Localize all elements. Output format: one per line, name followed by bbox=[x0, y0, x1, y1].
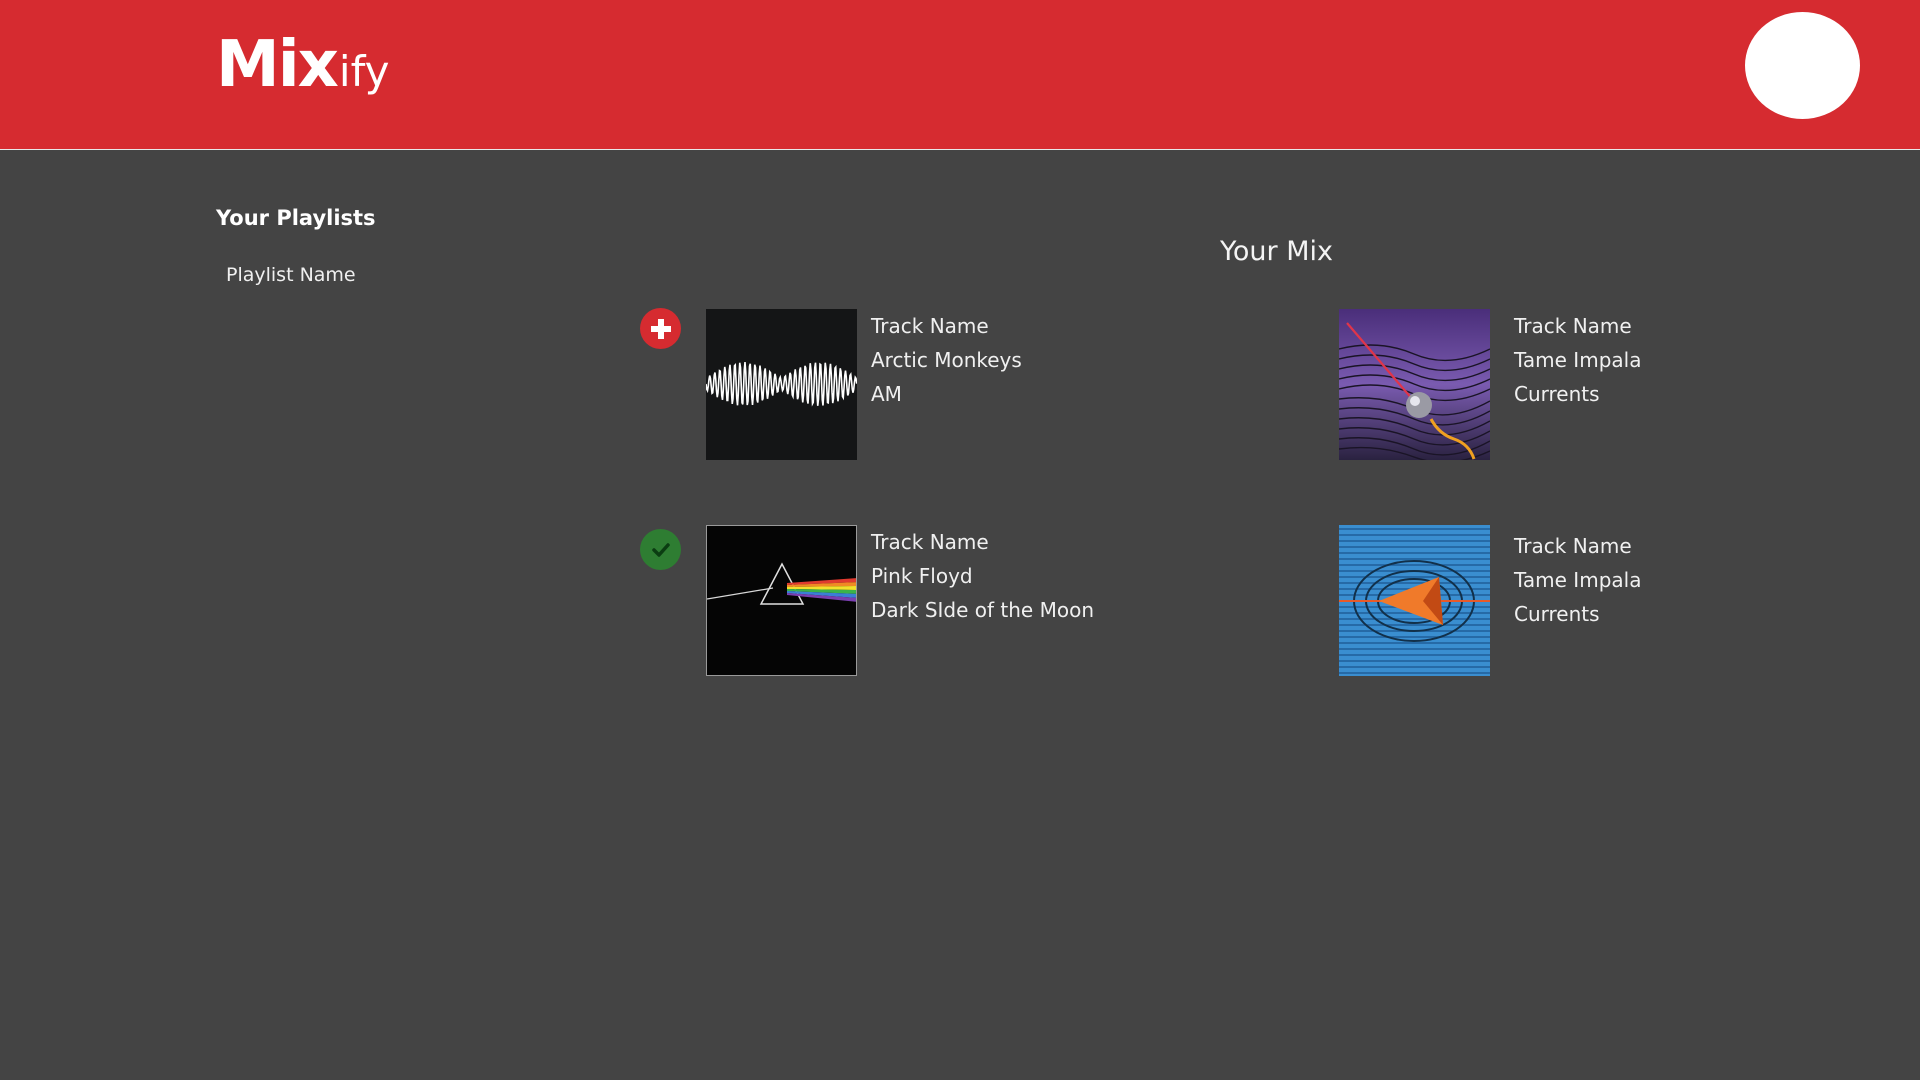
plus-icon bbox=[650, 318, 671, 339]
track-album: Currents bbox=[1514, 602, 1600, 626]
track-meta: Track Name Arctic Monkeys AM bbox=[871, 309, 1022, 411]
currents-blue-art bbox=[1339, 528, 1490, 674]
track-artist: Tame Impala bbox=[1514, 348, 1642, 372]
album-art bbox=[1339, 309, 1490, 460]
track-item[interactable]: Track Name Tame Impala Currents bbox=[1339, 309, 1839, 461]
track-album: Currents bbox=[1514, 382, 1600, 406]
track-name: Track Name bbox=[871, 314, 989, 338]
track-album: Dark SIde of the Moon bbox=[871, 598, 1094, 622]
track-album: AM bbox=[871, 382, 902, 406]
app-logo[interactable]: Mix ify bbox=[216, 28, 389, 108]
add-track-button[interactable] bbox=[640, 308, 681, 349]
track-name: Track Name bbox=[1514, 314, 1632, 338]
logo-light-text: ify bbox=[338, 47, 390, 96]
track-artist: Tame Impala bbox=[1514, 568, 1642, 592]
check-icon bbox=[651, 542, 670, 557]
track-meta: Track Name Pink Floyd Dark SIde of the M… bbox=[871, 525, 1094, 627]
track-meta: Track Name Tame Impala Currents bbox=[1514, 309, 1641, 411]
track-item[interactable]: Track Name Pink Floyd Dark SIde of the M… bbox=[706, 525, 1206, 677]
album-art bbox=[706, 525, 857, 676]
track-artist: Pink Floyd bbox=[871, 564, 973, 588]
album-art bbox=[1339, 525, 1490, 676]
track-name: Track Name bbox=[1514, 534, 1632, 558]
track-item[interactable]: Track Name Arctic Monkeys AM bbox=[706, 309, 1206, 461]
track-artist: Arctic Monkeys bbox=[871, 348, 1022, 372]
added-track-button[interactable] bbox=[640, 529, 681, 570]
track-meta: Track Name Tame Impala Currents bbox=[1514, 529, 1641, 631]
logo-bold-text: Mix bbox=[216, 28, 339, 102]
album-art bbox=[706, 309, 857, 460]
mix-title: Your Mix bbox=[1220, 236, 1333, 267]
sidebar-title: Your Playlists bbox=[216, 206, 376, 230]
user-avatar[interactable] bbox=[1745, 12, 1860, 119]
track-item[interactable]: Track Name Tame Impala Currents bbox=[1339, 525, 1839, 677]
currents-purple-art bbox=[1339, 309, 1490, 460]
sidebar-item-playlist[interactable]: Playlist Name bbox=[226, 264, 356, 286]
prism-art bbox=[707, 562, 856, 605]
am-waveform-art bbox=[706, 361, 857, 407]
track-name: Track Name bbox=[871, 530, 989, 554]
app-header: Mix ify bbox=[0, 0, 1920, 150]
